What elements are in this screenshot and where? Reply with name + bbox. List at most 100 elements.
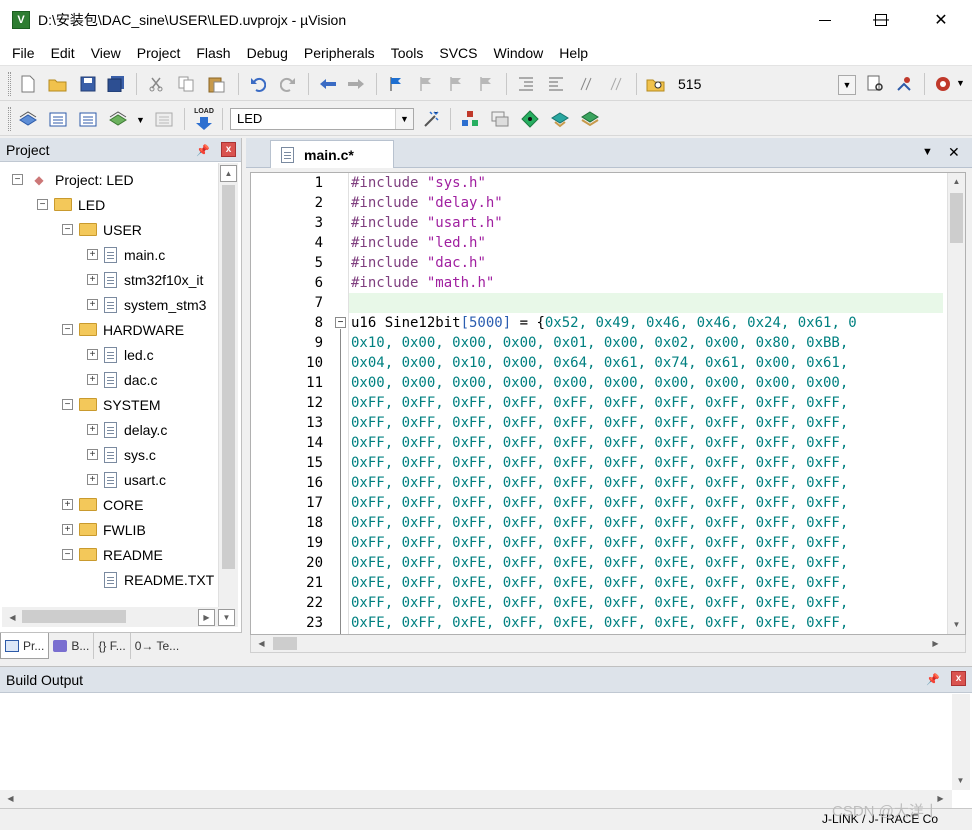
- build-output-vscrollbar[interactable]: ▼: [952, 694, 970, 790]
- comment-icon[interactable]: [576, 74, 596, 94]
- code-line[interactable]: #include "led.h": [349, 233, 943, 253]
- code-line[interactable]: #include "math.h": [349, 273, 943, 293]
- tree-item[interactable]: + main.c: [87, 242, 165, 267]
- tree-item[interactable]: + dac.c: [87, 367, 157, 392]
- project-tree-hscrollbar[interactable]: ◀ ▶ ▼: [2, 607, 238, 627]
- menu-project[interactable]: Project: [129, 40, 189, 66]
- menu-tools[interactable]: Tools: [383, 40, 432, 66]
- toolbar-grip[interactable]: [8, 107, 11, 131]
- scroll-up-icon[interactable]: ▲: [220, 165, 237, 182]
- menu-debug[interactable]: Debug: [239, 40, 296, 66]
- manage-project-items-icon[interactable]: [460, 109, 480, 129]
- editor-vscrollbar[interactable]: ▲ ▼: [947, 173, 965, 634]
- code-line[interactable]: #include "usart.h": [349, 213, 943, 233]
- scroll-right-icon[interactable]: ▶: [927, 635, 944, 652]
- expand-icon[interactable]: +: [87, 349, 98, 360]
- expand-icon[interactable]: +: [87, 449, 98, 460]
- scroll-down-icon[interactable]: ▼: [952, 772, 969, 789]
- scroll-left-icon[interactable]: ◀: [4, 609, 21, 626]
- navigate-back-icon[interactable]: [318, 74, 338, 94]
- translate-icon[interactable]: [18, 109, 38, 129]
- code-line[interactable]: 0xFF, 0xFF, 0xFF, 0xFF, 0xFF, 0xFF, 0xFF…: [349, 393, 943, 413]
- collapse-icon[interactable]: −: [12, 174, 23, 185]
- scroll-down-icon[interactable]: ▼: [948, 616, 965, 633]
- code-line[interactable]: u16 Sine12bit[5000] = {0x52, 0x49, 0x46,…: [349, 313, 943, 333]
- build-icon[interactable]: [48, 109, 68, 129]
- tree-item[interactable]: − USER: [62, 217, 142, 242]
- scroll-thumb[interactable]: [22, 610, 126, 623]
- code-line[interactable]: 0xFF, 0xFF, 0xFF, 0xFF, 0xFF, 0xFF, 0xFF…: [349, 413, 943, 433]
- expand-icon[interactable]: +: [87, 249, 98, 260]
- build-output-text[interactable]: [0, 694, 952, 790]
- tree-item[interactable]: + system_stm3: [87, 292, 206, 317]
- scroll-up-icon[interactable]: ▲: [948, 173, 965, 190]
- scroll-thumb[interactable]: [950, 193, 963, 243]
- configure-icon[interactable]: [934, 74, 954, 94]
- maximize-button[interactable]: [852, 0, 910, 40]
- editor-hscrollbar[interactable]: ◀ ▶: [250, 635, 966, 653]
- tab-functions[interactable]: {} F...: [94, 633, 131, 659]
- code-text[interactable]: #include "sys.h" #include "delay.h" #inclu…: [349, 173, 943, 634]
- scroll-thumb[interactable]: [222, 185, 235, 569]
- batch-build-icon[interactable]: [108, 109, 128, 129]
- tree-item[interactable]: + stm32f10x_it: [87, 267, 203, 292]
- tree-item[interactable]: + delay.c: [87, 417, 167, 442]
- code-line[interactable]: 0x00, 0x00, 0x00, 0x00, 0x00, 0x00, 0x00…: [349, 373, 943, 393]
- paste-icon[interactable]: [206, 74, 226, 94]
- bookmark-clear-icon[interactable]: [476, 74, 496, 94]
- menu-file[interactable]: File: [4, 40, 43, 66]
- find-dropdown-arrow[interactable]: ▼: [838, 75, 856, 95]
- tab-books[interactable]: B...: [49, 633, 95, 659]
- unindent-icon[interactable]: [546, 74, 566, 94]
- project-tree-vscrollbar[interactable]: ▲: [218, 163, 238, 607]
- minimize-button-visible[interactable]: [796, 0, 854, 40]
- tree-item[interactable]: − SYSTEM: [62, 392, 161, 417]
- code-line[interactable]: 0xFF, 0xFF, 0xFF, 0xFF, 0xFF, 0xFF, 0xFF…: [349, 453, 943, 473]
- current-line[interactable]: [349, 293, 943, 313]
- code-line[interactable]: 0xFE, 0xFF, 0xFE, 0xFF, 0xFE, 0xFF, 0xFE…: [349, 553, 943, 573]
- select-packs-icon[interactable]: [490, 109, 510, 129]
- collapse-icon[interactable]: −: [37, 199, 48, 210]
- fold-toggle-icon[interactable]: −: [335, 317, 346, 328]
- copy-icon[interactable]: [176, 74, 196, 94]
- undo-icon[interactable]: [248, 74, 268, 94]
- save-icon[interactable]: [78, 74, 98, 94]
- pin-icon[interactable]: 📌: [196, 143, 210, 157]
- tree-item[interactable]: + CORE: [62, 492, 143, 517]
- code-line[interactable]: 0xFE, 0xFF, 0xFE, 0xFF, 0xFE, 0xFF, 0xFE…: [349, 613, 943, 633]
- code-line[interactable]: #include "dac.h": [349, 253, 943, 273]
- menu-edit[interactable]: Edit: [43, 40, 83, 66]
- code-line[interactable]: 0x04, 0x00, 0x10, 0x00, 0x64, 0x61, 0x74…: [349, 353, 943, 373]
- batch-build-dropdown-icon[interactable]: ▼: [136, 115, 145, 125]
- menu-flash[interactable]: Flash: [188, 40, 238, 66]
- expand-icon[interactable]: +: [87, 299, 98, 310]
- bookmark-next-icon[interactable]: [446, 74, 466, 94]
- tree-item[interactable]: + FWLIB: [62, 517, 146, 542]
- navigate-forward-icon[interactable]: [346, 74, 366, 94]
- expand-icon[interactable]: +: [87, 424, 98, 435]
- tree-item[interactable]: − README: [62, 542, 163, 567]
- code-line[interactable]: 0xFF, 0xFF, 0xFF, 0xFF, 0xFF, 0xFF, 0xFF…: [349, 513, 943, 533]
- download-load-icon[interactable]: LOAD: [192, 107, 216, 131]
- code-line[interactable]: 0xFF, 0xFF, 0xFF, 0xFF, 0xFF, 0xFF, 0xFF…: [349, 433, 943, 453]
- open-folder-icon[interactable]: [48, 74, 68, 94]
- menu-view[interactable]: View: [83, 40, 129, 66]
- toolbar-grip[interactable]: [8, 72, 11, 96]
- target-options-icon[interactable]: [422, 109, 442, 129]
- code-line[interactable]: #include "delay.h": [349, 193, 943, 213]
- close-window-button[interactable]: ✕: [912, 0, 970, 40]
- bookmark-toggle-icon[interactable]: [386, 74, 406, 94]
- expand-icon[interactable]: +: [62, 524, 73, 535]
- expand-icon[interactable]: +: [62, 499, 73, 510]
- tree-item[interactable]: − ◆ Project: LED: [12, 167, 134, 192]
- tab-main-c[interactable]: main.c*: [270, 140, 394, 168]
- save-all-icon[interactable]: [106, 74, 126, 94]
- tree-item[interactable]: + sys.c: [87, 442, 156, 467]
- debug-start-icon[interactable]: [894, 74, 914, 94]
- find-text[interactable]: 515: [678, 76, 701, 92]
- tab-project[interactable]: Pr...: [0, 633, 50, 659]
- expand-icon[interactable]: +: [87, 274, 98, 285]
- rebuild-icon[interactable]: [78, 109, 98, 129]
- build-output-hscrollbar[interactable]: ◀ ▶: [0, 790, 952, 808]
- new-file-icon[interactable]: [18, 74, 38, 94]
